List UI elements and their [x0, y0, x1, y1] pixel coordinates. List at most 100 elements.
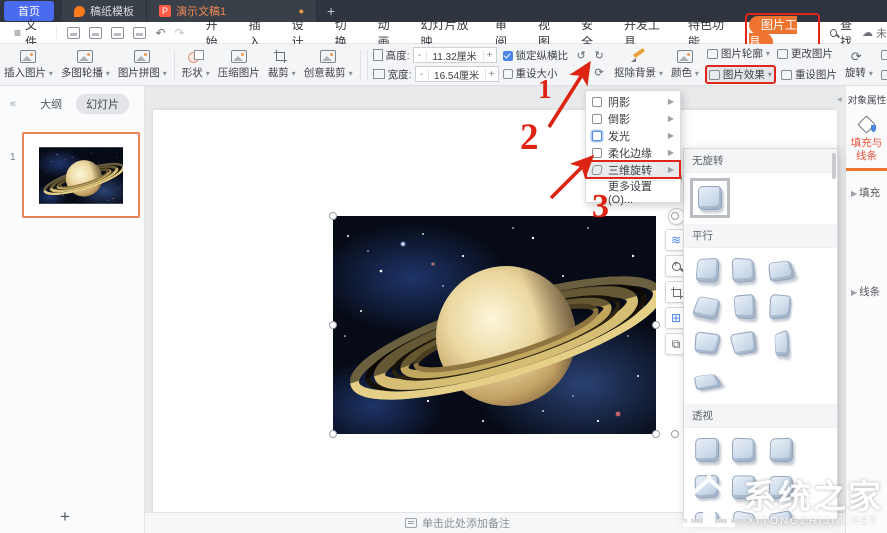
slide-thumbnail[interactable] [22, 132, 140, 218]
print-preview-icon[interactable] [133, 26, 147, 39]
rotation-preset-透视-4[interactable] [690, 470, 724, 504]
rotate-quick-icon[interactable]: ↺ [573, 49, 589, 64]
lock-aspect-label: 锁定纵横比 [515, 50, 569, 62]
rotate-quick-icon[interactable]: ↻ [591, 49, 607, 64]
pic-icon [20, 49, 37, 63]
resize-handle-sw[interactable] [329, 430, 337, 438]
panel-scrollbar[interactable] [832, 153, 836, 179]
size-fields-group: 高度: - 11.32厘米 + 宽度: - 16.54厘米 + [372, 47, 499, 82]
add-slide-button[interactable]: + [60, 507, 70, 527]
remove-background-button[interactable]: 抠除背景 ▾ [610, 49, 667, 81]
menu-item-倒影[interactable]: 倒影 ▶ [586, 110, 680, 127]
save-icon[interactable] [67, 26, 81, 39]
resize-handle-nw[interactable] [329, 212, 337, 220]
checkbox-checked-icon [502, 50, 513, 61]
docer-flame-icon [74, 5, 85, 17]
tab-slides[interactable]: 幻灯片 [76, 94, 130, 114]
rotation-preset-平行-1[interactable] [690, 253, 724, 287]
section-fill[interactable]: ▶ 填充 [846, 171, 887, 200]
sidebar-collapse-icon[interactable]: ◂ [837, 94, 842, 105]
cloud-label-partial: 未 [876, 27, 887, 40]
toolbar-button-压缩图片[interactable]: 压缩图片 [214, 49, 264, 81]
slide-number: 1 [10, 152, 16, 163]
rotate-button[interactable]: ⟳ 旋转 ▾ [841, 49, 877, 81]
toolbar-separator [359, 49, 361, 80]
redo-icon[interactable]: ↷ [175, 26, 185, 40]
toolbar-button-多图轮播[interactable]: 多图轮播 ▾ [57, 49, 114, 81]
rotation-preset-透视-9[interactable] [764, 507, 798, 519]
width-minus-button[interactable]: - [416, 68, 429, 80]
menu-item-三维旋转[interactable]: 三维旋转 ▶ [585, 160, 681, 179]
rotation-preset-透视-8[interactable] [727, 507, 761, 519]
collapse-panel-icon[interactable]: « [10, 98, 16, 110]
height-minus-button[interactable]: - [414, 49, 427, 61]
saturn-picture[interactable] [333, 216, 656, 434]
toolbar-button-图片拼图[interactable]: 图片拼图 ▾ [114, 49, 171, 81]
tab-outline[interactable]: 大纲 [40, 96, 62, 112]
height-plus-button[interactable]: + [482, 49, 496, 61]
pic-icon [320, 49, 337, 63]
toolbar-button-插入图片[interactable]: 插入图片 ▾ [0, 49, 57, 81]
tab-label: 稿纸模板 [90, 6, 134, 18]
output-icon[interactable] [89, 26, 103, 39]
pic-icon [134, 49, 151, 63]
rotation-preset-平行-2[interactable] [727, 253, 761, 287]
height-stepper[interactable]: - 11.32厘米 + [412, 47, 497, 63]
toolbar-button-重设图片[interactable]: 重设图片 [779, 66, 839, 83]
align-button[interactable]: 对齐▾ [879, 66, 887, 83]
rotation-preset-平行-7[interactable] [690, 327, 724, 361]
toolbar-button-图片轮廓[interactable]: 图片轮廓 ▾ [705, 45, 772, 62]
reset-size-button[interactable]: 重设大小 [502, 66, 569, 81]
menu-item-发光[interactable]: 发光 ▶ [586, 127, 680, 144]
resize-handle-n[interactable] [671, 212, 679, 220]
toolbar-button-创意裁剪[interactable]: 创意裁剪 ▾ [300, 49, 357, 81]
menu-item-柔化边缘[interactable]: 柔化边缘 ▶ [586, 144, 680, 161]
toolbar-button-图片效果[interactable]: 图片效果 ▾ [704, 65, 776, 84]
undo-icon[interactable]: ↶ [155, 26, 165, 40]
rotation-preset-透视-2[interactable] [727, 433, 761, 467]
width-stepper[interactable]: - 16.54厘米 + [414, 66, 499, 82]
rotation-preset-透视-3[interactable] [764, 433, 798, 467]
rotation-preset-无旋转-1[interactable] [690, 178, 730, 218]
toolbar-button-更改图片[interactable]: 更改图片 [775, 45, 835, 62]
阴影-icon [592, 96, 602, 107]
color-picture-icon [676, 49, 693, 63]
width-value[interactable]: 16.54厘米 [429, 67, 485, 82]
rotation-preset-平行-5[interactable] [727, 290, 761, 324]
color-button[interactable]: 颜色 ▾ [667, 49, 703, 81]
toolbar-button-形状[interactable]: 形状 ▾ [178, 49, 214, 81]
height-value[interactable]: 11.32厘米 [427, 48, 483, 63]
rotation-preset-平行-9[interactable] [764, 327, 798, 361]
print-icon[interactable] [111, 26, 125, 39]
rotation-preset-透视-1[interactable] [690, 433, 724, 467]
group-button[interactable]: 组合▾ [879, 46, 887, 63]
cloud-sync-status[interactable]: ☁ 未 [862, 25, 887, 41]
rotation-preset-透视-7[interactable] [690, 507, 724, 519]
align-icon [880, 69, 887, 80]
rotation-preset-平行-4[interactable] [690, 290, 724, 324]
menu-item-阴影[interactable]: 阴影 ▶ [586, 93, 680, 110]
rotate-quick-icon[interactable]: ⟳ [591, 66, 607, 81]
resize-handle-e[interactable] [652, 321, 660, 329]
tab-fill-and-line[interactable]: 填充与线条 [846, 135, 887, 172]
rotation-preset-平行-10[interactable] [690, 364, 724, 398]
section-line[interactable]: ▶ 线条 [846, 270, 887, 299]
pic-icon [77, 49, 94, 63]
group-icon [880, 49, 887, 60]
rotate-quick-icon[interactable]: ⟲ [573, 66, 589, 81]
resize-handle-se[interactable] [652, 430, 660, 438]
rotation-preset-平行-3[interactable] [764, 253, 798, 287]
width-plus-button[interactable]: + [484, 68, 498, 80]
rotation-preset-透视-5[interactable] [727, 470, 761, 504]
resize-handle-w[interactable] [329, 321, 337, 329]
rotation-preset-平行-6[interactable] [764, 290, 798, 324]
tab-template[interactable]: 稿纸模板 [62, 0, 147, 22]
图片效果-icon [708, 69, 720, 80]
lock-aspect-checkbox[interactable]: 锁定纵横比 [502, 48, 569, 63]
rotation-preset-平行-8[interactable] [727, 327, 761, 361]
resize-handle-s[interactable] [671, 430, 679, 438]
hamburger-icon: ≡ [14, 25, 22, 40]
sidebar-title[interactable]: 对象属性▾ [848, 87, 887, 107]
toolbar-button-裁剪[interactable]: 裁剪 ▾ [264, 49, 300, 81]
rotation-preset-透视-6[interactable] [764, 470, 798, 504]
